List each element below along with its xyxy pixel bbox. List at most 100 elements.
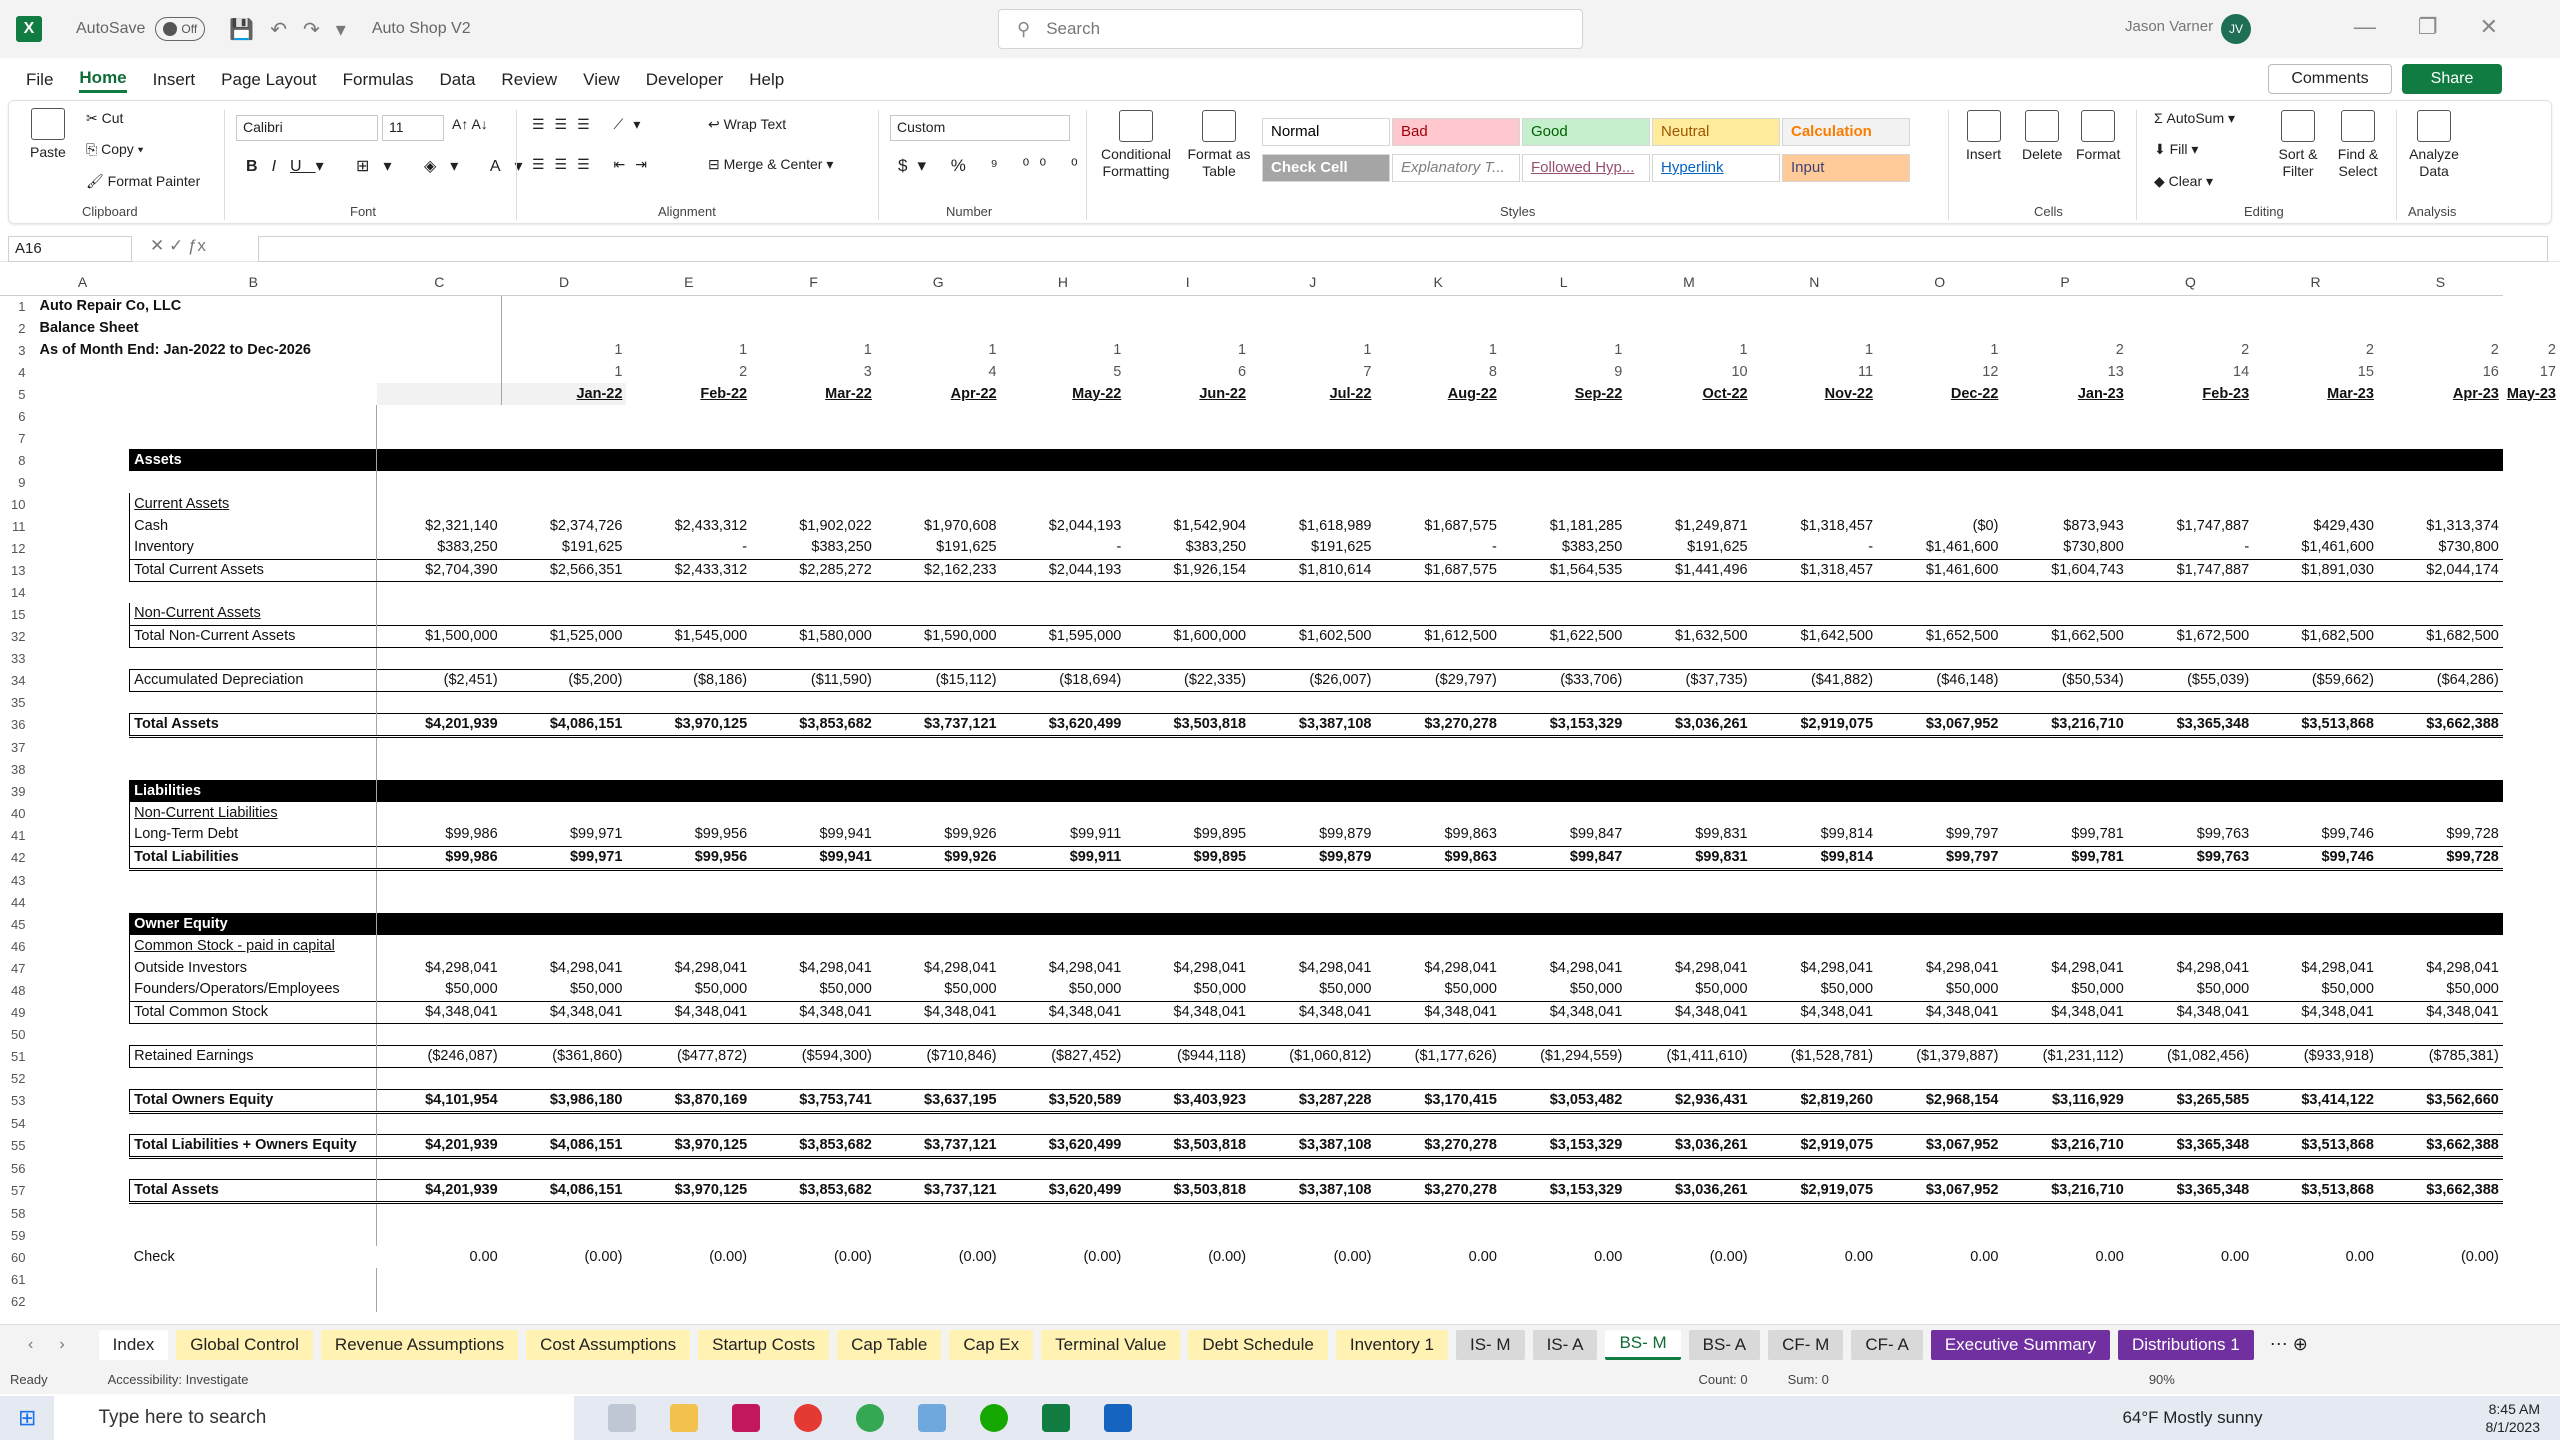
cell[interactable] — [1250, 691, 1375, 713]
period-cell[interactable]: 14 — [2128, 361, 2253, 383]
taskbar-search[interactable]: Type here to search — [54, 1396, 575, 1440]
cell[interactable] — [502, 869, 627, 891]
row-header[interactable]: 50 — [0, 1023, 36, 1045]
cell[interactable] — [2253, 891, 2378, 913]
cell[interactable] — [1626, 317, 1751, 339]
value-cell[interactable]: $1,687,575 — [1375, 515, 1500, 537]
cell[interactable] — [1125, 736, 1250, 758]
cell[interactable] — [35, 581, 129, 603]
cell[interactable] — [1375, 603, 1500, 625]
cell[interactable] — [502, 405, 627, 427]
row-label[interactable] — [129, 427, 378, 449]
cell[interactable] — [2378, 935, 2503, 957]
cell[interactable] — [2002, 603, 2127, 625]
cell[interactable] — [502, 427, 627, 449]
value-cell[interactable]: $50,000 — [1125, 979, 1250, 1001]
cell[interactable] — [1125, 1202, 1250, 1224]
value-cell[interactable]: $99,941 — [751, 845, 876, 871]
cell[interactable] — [1501, 736, 1626, 758]
cell[interactable] — [1752, 1268, 1877, 1290]
cell[interactable] — [35, 515, 129, 537]
row-label[interactable]: Inventory — [129, 537, 378, 559]
value-cell[interactable]: $3,067,952 — [1877, 712, 2003, 738]
period-cell[interactable]: 6 — [1125, 361, 1250, 383]
cell[interactable] — [502, 1112, 627, 1134]
value-cell[interactable]: $3,036,261 — [1626, 1133, 1752, 1159]
row-label[interactable]: Current Assets — [129, 493, 378, 515]
cell[interactable] — [1626, 780, 1752, 802]
row-header[interactable]: 47 — [0, 957, 36, 979]
cell[interactable] — [1626, 1157, 1751, 1179]
cell[interactable] — [1877, 913, 2003, 935]
cell[interactable] — [876, 581, 1001, 603]
value-cell[interactable]: $4,348,041 — [1375, 1000, 1501, 1024]
cell[interactable] — [2128, 1157, 2253, 1179]
cell[interactable] — [751, 935, 876, 957]
value-cell[interactable]: $99,831 — [1626, 824, 1751, 846]
row-header[interactable]: 52 — [0, 1067, 36, 1089]
cell[interactable] — [1752, 317, 1877, 339]
value-cell[interactable]: $3,513,868 — [2253, 1178, 2378, 1204]
cell[interactable] — [2253, 1067, 2378, 1089]
value-cell[interactable]: $1,662,500 — [2002, 624, 2128, 648]
row-header[interactable]: 39 — [0, 780, 36, 802]
ribbon-tab-file[interactable]: File — [26, 70, 53, 90]
value-cell[interactable]: $50,000 — [751, 979, 876, 1001]
cell[interactable] — [2002, 780, 2128, 802]
value-cell[interactable]: $429,430 — [2253, 515, 2378, 537]
value-cell[interactable]: $191,625 — [1626, 537, 1751, 559]
cell[interactable] — [751, 603, 876, 625]
sheet-tab-inventory-1[interactable]: Inventory 1 — [1335, 1329, 1448, 1360]
row-label[interactable] — [129, 1290, 378, 1312]
weather-widget[interactable]: 64°F Mostly sunny — [2122, 1408, 2262, 1428]
format-cells-button[interactable]: Format — [2076, 110, 2120, 163]
value-cell[interactable]: ($1,060,812) — [1250, 1044, 1376, 1068]
value-cell[interactable]: $50,000 — [502, 979, 627, 1001]
cell[interactable] — [2128, 405, 2253, 427]
sheet-tab-cap-ex[interactable]: Cap Ex — [949, 1329, 1034, 1360]
period-cell[interactable]: Feb-23 — [2128, 383, 2253, 405]
cell[interactable] — [1001, 1157, 1126, 1179]
value-cell[interactable]: $99,911 — [1001, 824, 1126, 846]
cell[interactable] — [751, 1067, 876, 1089]
value-cell[interactable]: $1,604,743 — [2002, 558, 2128, 582]
value-cell[interactable]: $99,728 — [2377, 845, 2503, 871]
cell[interactable] — [1375, 758, 1500, 780]
formula-input[interactable] — [258, 236, 2548, 262]
cell[interactable] — [1125, 780, 1251, 802]
cell[interactable] — [1001, 891, 1126, 913]
value-cell[interactable]: $3,365,348 — [2127, 1178, 2254, 1204]
cell[interactable] — [1501, 1202, 1626, 1224]
autosave-toggle[interactable]: Off — [155, 17, 206, 41]
period-cell[interactable]: Mar-22 — [751, 383, 876, 405]
cell[interactable] — [1752, 691, 1877, 713]
value-cell[interactable]: $99,746 — [2253, 824, 2378, 846]
ribbon-tab-developer[interactable]: Developer — [646, 70, 724, 90]
cell[interactable] — [2128, 647, 2253, 669]
value-cell[interactable]: $4,348,041 — [1626, 1000, 1752, 1024]
cell[interactable] — [2378, 405, 2503, 427]
cell[interactable] — [1000, 780, 1126, 802]
cell[interactable] — [626, 691, 751, 713]
cell[interactable] — [1626, 1268, 1751, 1290]
cell[interactable] — [1877, 471, 2002, 493]
cell[interactable] — [1125, 935, 1250, 957]
cell[interactable] — [1125, 493, 1250, 515]
value-cell[interactable]: $50,000 — [1752, 979, 1877, 1001]
cell[interactable] — [35, 1023, 129, 1045]
cell[interactable] — [2128, 1112, 2253, 1134]
cell[interactable] — [751, 1202, 876, 1224]
cell[interactable] — [502, 758, 627, 780]
value-cell[interactable]: $99,847 — [1500, 845, 1627, 871]
cell[interactable] — [2378, 493, 2503, 515]
balance-sheet-table[interactable]: ABCDEFGHIJKLMNOPQRS 1 Auto Repair Co, LLC… — [0, 271, 2560, 1312]
cell[interactable] — [1375, 1224, 1500, 1246]
cell[interactable] — [626, 405, 751, 427]
row-header[interactable]: 1 — [0, 295, 36, 317]
cell[interactable] — [2128, 1023, 2253, 1045]
row-label[interactable]: Common Stock - paid in capital — [129, 935, 378, 957]
value-cell[interactable]: $3,170,415 — [1375, 1088, 1501, 1114]
value-cell[interactable]: $4,201,939 — [376, 712, 502, 738]
cell[interactable] — [1250, 780, 1376, 802]
cell[interactable] — [1877, 493, 2002, 515]
